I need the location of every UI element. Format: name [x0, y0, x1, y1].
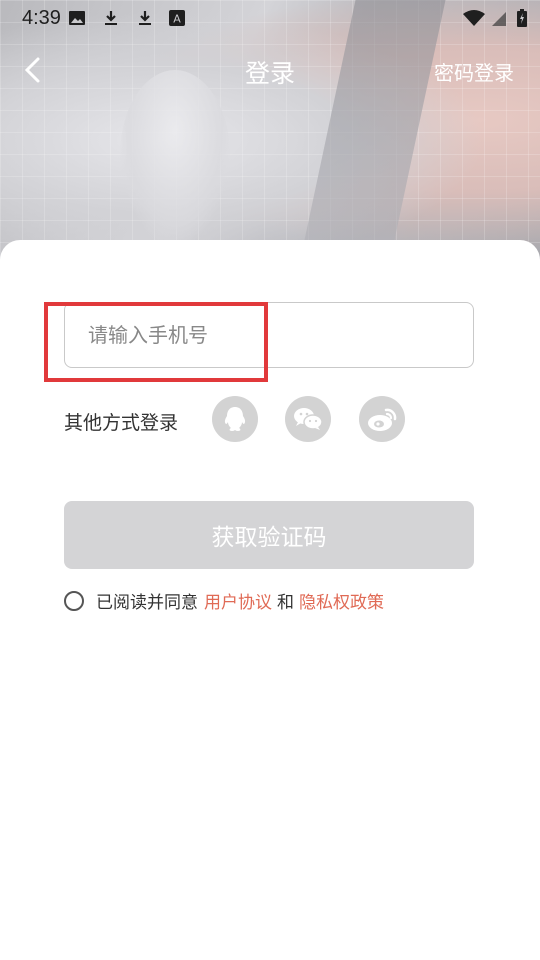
qq-login-button[interactable]	[212, 396, 258, 442]
other-login-methods-label: 其他方式登录	[64, 412, 179, 434]
battery-icon	[517, 9, 527, 27]
weibo-login-button[interactable]	[359, 396, 405, 442]
download-icon	[139, 11, 151, 25]
font-app-icon: A	[169, 10, 185, 26]
user-agreement-link[interactable]: 用户协议	[204, 588, 272, 613]
password-login-link[interactable]: 密码登录	[434, 57, 514, 86]
weibo-icon	[368, 408, 397, 431]
agreement-prefix: 已阅读并同意	[96, 593, 198, 613]
agreement-and: 和	[277, 593, 294, 613]
wechat-login-button[interactable]	[285, 396, 331, 442]
get-verification-code-button[interactable]: 获取验证码	[64, 501, 474, 569]
image-icon	[69, 11, 85, 25]
status-bar: 4:39 A	[0, 0, 540, 36]
qq-icon	[224, 407, 246, 431]
agreement-radio[interactable]	[64, 590, 84, 611]
download-icon	[105, 11, 117, 25]
signal-icon	[492, 12, 506, 26]
login-card: 其他方式登录 获取验证码 已阅读并同意 用户协议 和	[0, 240, 540, 960]
status-time: 4:39	[22, 7, 61, 29]
privacy-policy-link[interactable]: 隐私权政策	[299, 588, 384, 613]
wechat-icon	[294, 408, 323, 430]
agreement-row: 已阅读并同意 用户协议 和 隐私权政策	[64, 588, 384, 613]
highlight-annotation-box	[44, 302, 268, 382]
wifi-icon	[463, 10, 485, 26]
navigation-bar: 登录 密码登录	[0, 44, 540, 96]
svg-text:A: A	[173, 13, 181, 26]
